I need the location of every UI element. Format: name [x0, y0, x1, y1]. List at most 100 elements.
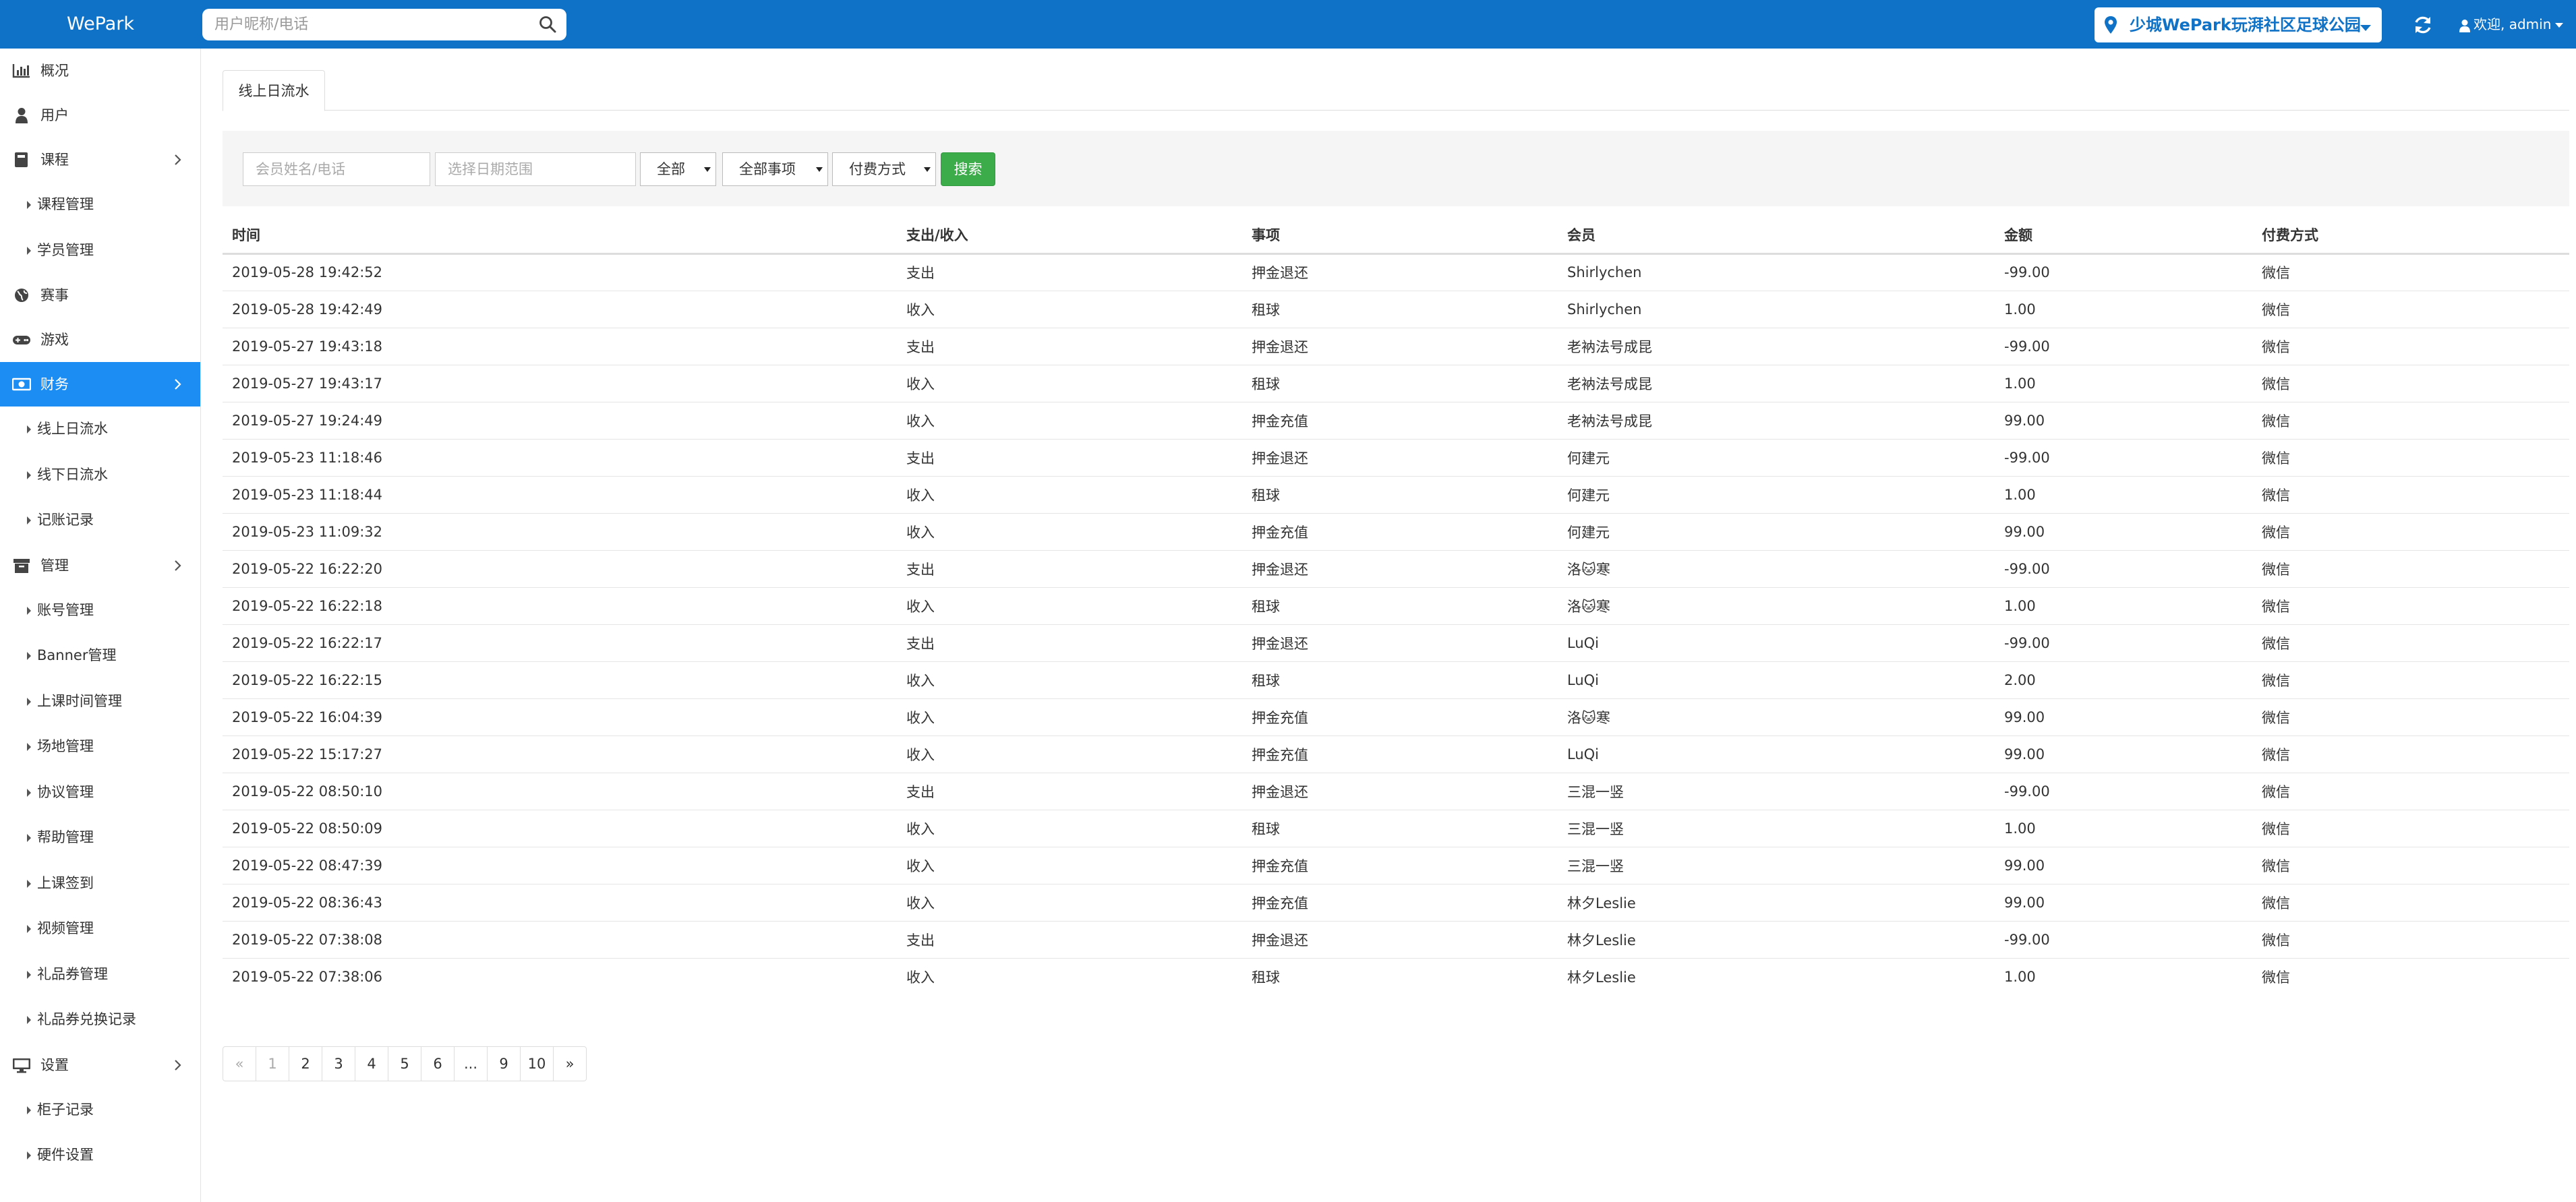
sidebar: 概况 用户 课程 课程管理 学员管理 赛事 游戏 财务 线上日流水 线下日流水 …	[0, 49, 201, 1202]
caret-right-icon	[27, 834, 31, 842]
sidebar-item-accounting-records[interactable]: 记账记录	[0, 498, 200, 543]
tab-bar: 线上日流水	[223, 70, 2569, 111]
page-button[interactable]: 3	[322, 1046, 355, 1081]
table-body: 2019-05-28 19:42:52 支出 押金退还 Shirlychen -99.0…	[223, 253, 2569, 995]
sidebar-item-settings[interactable]: 设置	[0, 1043, 200, 1087]
user-greeting: 欢迎, admin	[2473, 16, 2552, 32]
cell-payment: 微信	[2252, 364, 2569, 402]
column-header-time: 时间	[223, 217, 897, 255]
sidebar-item-games[interactable]: 游戏	[0, 318, 200, 362]
caret-right-icon	[27, 970, 31, 979]
sidebar-item-offline-daily-flow[interactable]: 线下日流水	[0, 452, 200, 498]
sidebar-item-label: 上课签到	[37, 874, 94, 891]
refresh-icon[interactable]	[2413, 15, 2433, 35]
sidebar-item-events[interactable]: 赛事	[0, 273, 200, 318]
caret-down-icon	[924, 167, 931, 172]
cell-direction: 支出	[897, 772, 1242, 810]
sidebar-item-label: 赛事	[40, 287, 69, 303]
sidebar-item-users[interactable]: 用户	[0, 93, 200, 138]
cell-item: 押金退还	[1242, 772, 1558, 810]
cell-payment: 微信	[2252, 957, 2569, 995]
column-header-member: 会员	[1558, 217, 1995, 255]
table-row: 2019-05-22 07:38:06 收入 租球 林夕Leslie 1.00 微信	[223, 957, 2569, 995]
search-button[interactable]: 搜索	[941, 152, 995, 186]
table-row: 2019-05-27 19:24:49 收入 押金充值 老衲法号成昆 99.00 微信	[223, 401, 2569, 439]
cell-direction: 支出	[897, 253, 1242, 291]
cell-item: 押金充值	[1242, 846, 1558, 884]
tab-online-daily-flow[interactable]: 线上日流水	[223, 70, 325, 111]
sidebar-item-class-time-management[interactable]: 上课时间管理	[0, 679, 200, 725]
payment-select-value: 付费方式	[849, 161, 906, 177]
sidebar-item-course-management[interactable]: 课程管理	[0, 182, 200, 228]
cell-amount: 1.00	[1995, 957, 2252, 995]
item-select[interactable]: 全部事项	[722, 152, 828, 186]
sidebar-item-gift-voucher-redemptions[interactable]: 礼品券兑换记录	[0, 997, 200, 1043]
type-select[interactable]: 全部	[640, 152, 716, 186]
cell-amount: 1.00	[1995, 475, 2252, 513]
cell-member: LuQi	[1558, 735, 1995, 773]
payment-method-select[interactable]: 付费方式	[832, 152, 936, 186]
sidebar-item-management[interactable]: 管理	[0, 543, 200, 588]
sidebar-item-banner-management[interactable]: Banner管理	[0, 633, 200, 679]
sidebar-item-video-management[interactable]: 视频管理	[0, 906, 200, 952]
sidebar-item-online-daily-flow[interactable]: 线上日流水	[0, 407, 200, 452]
page-button[interactable]: 10	[520, 1046, 554, 1081]
cell-item: 押金充值	[1242, 512, 1558, 550]
cell-amount: 1.00	[1995, 587, 2252, 624]
sidebar-item-label: 课程管理	[37, 196, 94, 212]
sidebar-item-courses[interactable]: 课程	[0, 138, 200, 182]
cell-direction: 收入	[897, 290, 1242, 328]
cell-direction: 收入	[897, 401, 1242, 439]
sidebar-item-overview[interactable]: 概况	[0, 49, 200, 93]
cell-amount: 2.00	[1995, 661, 2252, 698]
cell-payment: 微信	[2252, 846, 2569, 884]
sidebar-item-agreement-management[interactable]: 协议管理	[0, 770, 200, 816]
table-row: 2019-05-22 16:22:15 收入 租球 LuQi 2.00 微信	[223, 661, 2569, 698]
page-button[interactable]: 4	[355, 1046, 388, 1081]
book-icon	[15, 152, 28, 167]
cell-item: 租球	[1242, 587, 1558, 624]
cell-item: 押金退还	[1242, 920, 1558, 958]
bar-chart-icon	[12, 64, 30, 78]
cell-payment: 微信	[2252, 883, 2569, 921]
cell-time: 2019-05-22 08:50:09	[223, 809, 897, 847]
cell-time: 2019-05-22 08:36:43	[223, 883, 897, 921]
user-search-input[interactable]	[214, 9, 525, 40]
cell-time: 2019-05-22 07:38:08	[223, 920, 897, 958]
cell-payment: 微信	[2252, 809, 2569, 847]
date-range-input[interactable]	[435, 152, 636, 186]
sidebar-item-class-checkin[interactable]: 上课签到	[0, 861, 200, 907]
cell-direction: 收入	[897, 957, 1242, 995]
sidebar-item-label: 帮助管理	[37, 829, 94, 845]
page-button[interactable]: 6	[421, 1046, 455, 1081]
cell-payment: 微信	[2252, 438, 2569, 476]
brand-logo[interactable]: WePark	[0, 0, 201, 49]
cell-member: Shirlychen	[1558, 290, 1995, 328]
sidebar-item-venue-management[interactable]: 场地管理	[0, 724, 200, 770]
cell-amount: -99.00	[1995, 253, 2252, 291]
cell-direction: 收入	[897, 364, 1242, 402]
user-menu[interactable]: 欢迎, admin	[2459, 0, 2564, 49]
cell-amount: -99.00	[1995, 624, 2252, 661]
table-row: 2019-05-22 15:17:27 收入 押金充值 LuQi 99.00 微信	[223, 735, 2569, 773]
page-button[interactable]: 9	[487, 1046, 521, 1081]
table-row: 2019-05-27 19:43:18 支出 押金退还 老衲法号成昆 -99.00 微信	[223, 327, 2569, 365]
location-selector[interactable]: 少城WePark玩湃社区足球公园	[2095, 7, 2382, 42]
sidebar-item-finance[interactable]: 财务	[0, 362, 200, 407]
cell-item: 租球	[1242, 809, 1558, 847]
sidebar-item-locker-records[interactable]: 柜子记录	[0, 1087, 200, 1133]
member-search-input[interactable]	[243, 152, 430, 186]
cell-amount: 99.00	[1995, 698, 2252, 735]
search-icon[interactable]	[538, 15, 557, 34]
page-button[interactable]: 2	[289, 1046, 322, 1081]
sidebar-item-label: 视频管理	[37, 920, 94, 936]
sidebar-item-help-management[interactable]: 帮助管理	[0, 815, 200, 861]
sidebar-item-gift-voucher-management[interactable]: 礼品券管理	[0, 952, 200, 998]
next-page-button[interactable]: »	[553, 1046, 587, 1081]
page-button[interactable]: 5	[388, 1046, 421, 1081]
sidebar-item-account-management[interactable]: 账号管理	[0, 588, 200, 634]
cell-time: 2019-05-28 19:42:49	[223, 290, 897, 328]
cell-direction: 收入	[897, 512, 1242, 550]
sidebar-item-hardware-settings[interactable]: 硬件设置	[0, 1133, 200, 1178]
sidebar-item-student-management[interactable]: 学员管理	[0, 228, 200, 274]
